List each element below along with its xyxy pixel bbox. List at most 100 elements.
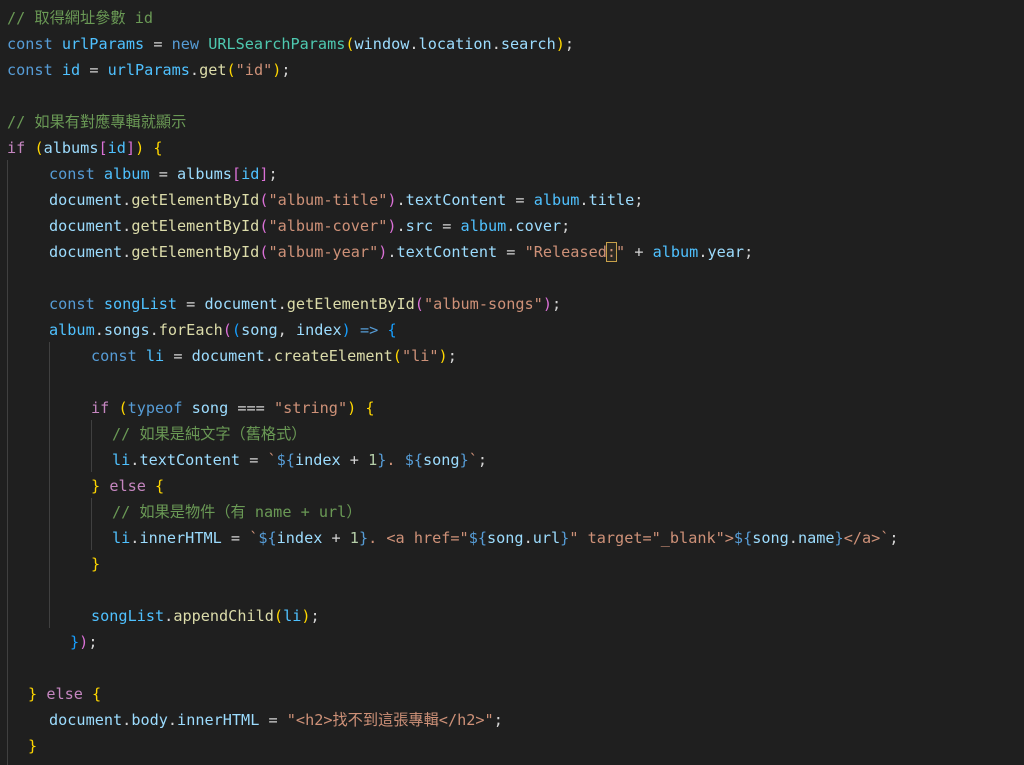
code-token: ; (561, 217, 571, 235)
code-token: { (153, 139, 163, 157)
code-token: ) (378, 243, 388, 261)
code-token: ( (345, 35, 355, 53)
code-token: const (7, 35, 53, 53)
code-token: ) (555, 35, 565, 53)
code-editor[interactable]: // 取得網址參數 id const urlParams = new URLSea… (0, 0, 1024, 765)
code-token: document (191, 347, 265, 365)
code-token: name (797, 529, 835, 547)
code-token: } (91, 477, 101, 495)
code-token: ( (273, 607, 284, 625)
code-token: ( (392, 347, 402, 365)
code-token: src (405, 217, 434, 235)
code-line[interactable]: } else { (28, 681, 101, 707)
code-token: ; (889, 529, 899, 547)
code-token: } (834, 529, 844, 547)
code-line[interactable]: // 如果是物件（有 name + url） (112, 499, 362, 525)
code-token: = (177, 295, 205, 313)
code-token: ; (88, 633, 98, 651)
code-token: album (103, 165, 150, 183)
code-token: else (109, 477, 146, 495)
code-token: . (167, 711, 178, 729)
code-token: ) (79, 633, 89, 651)
code-token: URLSearchParams (208, 35, 346, 53)
code-line[interactable]: } (28, 733, 37, 759)
code-line[interactable]: } else { (91, 473, 164, 499)
code-line[interactable]: } (91, 551, 100, 577)
code-token: . (277, 295, 287, 313)
code-token: ` (468, 451, 478, 469)
code-line[interactable]: document.getElementById("album-cover").s… (49, 213, 570, 239)
code-token: . (409, 35, 419, 53)
code-token: "<h2>找不到這張專輯</h2>" (286, 711, 494, 729)
code-line[interactable]: // 如果有對應專輯就顯示 (7, 109, 186, 135)
code-token: . <a href=" (368, 529, 469, 547)
code-token: . (122, 191, 132, 209)
code-token: + (322, 529, 350, 547)
code-token: = (497, 243, 525, 261)
code-line[interactable]: album.songs.forEach((song, index) => { (49, 317, 397, 343)
code-token: . (579, 191, 589, 209)
code-token: ` (249, 529, 259, 547)
code-token: id (241, 165, 260, 183)
code-token: ` (267, 451, 277, 469)
code-token: ; (551, 295, 562, 313)
code-token: ) (387, 217, 397, 235)
code-line[interactable]: const li = document.createElement("li"); (91, 343, 457, 369)
code-line[interactable]: const songList = document.getElementById… (49, 291, 561, 317)
code-token: urlParams (107, 61, 190, 79)
code-line[interactable]: document.getElementById("album-title").t… (49, 187, 643, 213)
indent-guide (49, 342, 50, 628)
code-token: ( (414, 295, 424, 313)
code-line[interactable]: const album = albums[id]; (49, 161, 278, 187)
code-token: ; (744, 243, 754, 261)
code-token: } (91, 555, 101, 573)
code-token: } (70, 633, 80, 651)
code-token: ) (387, 191, 397, 209)
code-token: ; (564, 35, 575, 53)
code-line[interactable]: songList.appendChild(li); (91, 603, 320, 629)
code-line[interactable]: li.innerHTML = `${index + 1}. <a href="$… (112, 525, 899, 551)
code-token: document (49, 711, 123, 729)
code-line[interactable]: const id = urlParams.get("id"); (7, 57, 291, 83)
code-line[interactable]: // 如果是純文字（舊格式） (112, 421, 307, 447)
code-token: songList (91, 607, 165, 625)
code-token: . (396, 217, 406, 235)
code-token: document (49, 191, 123, 209)
code-token: createElement (273, 347, 393, 365)
code-token: "album-cover" (268, 217, 388, 235)
code-token: "album-title" (268, 191, 388, 209)
code-token: ) (135, 139, 145, 157)
code-token: // 如果是物件（有 name + url） (112, 503, 362, 521)
code-token: ; (477, 451, 488, 469)
code-line[interactable]: if (albums[id]) { (7, 135, 163, 161)
code-token: get (199, 61, 227, 79)
code-line[interactable]: // 取得網址參數 id (7, 5, 153, 31)
code-token: ; (634, 191, 644, 209)
code-token: ] (259, 165, 269, 183)
code-token: album (652, 243, 699, 261)
code-token: { (92, 685, 102, 703)
code-token: if (7, 139, 26, 157)
code-token: ] (125, 139, 136, 157)
code-token: // 如果有對應專輯就顯示 (7, 113, 187, 131)
code-token: { (365, 399, 375, 417)
code-line[interactable]: document.body.innerHTML = "<h2>找不到這張專輯</… (49, 707, 503, 733)
code-line[interactable]: }); (70, 629, 97, 655)
code-token: ( (231, 321, 242, 339)
code-line[interactable]: const urlParams = new URLSearchParams(wi… (7, 31, 574, 57)
code-line[interactable]: document.getElementById("album-year").te… (49, 239, 753, 265)
code-token: ) (347, 399, 357, 417)
code-token: ) (301, 607, 311, 625)
code-line[interactable]: if (typeof song === "string") { (91, 395, 375, 421)
code-token: getElementById (131, 243, 260, 261)
code-token: textContent (139, 451, 241, 469)
code-token: index (295, 321, 342, 339)
code-token: innerHTML (139, 529, 222, 547)
code-token: ) (341, 321, 351, 339)
code-line[interactable]: li.textContent = `${index + 1}. ${song}`… (112, 447, 487, 473)
code-token: song (191, 399, 229, 417)
